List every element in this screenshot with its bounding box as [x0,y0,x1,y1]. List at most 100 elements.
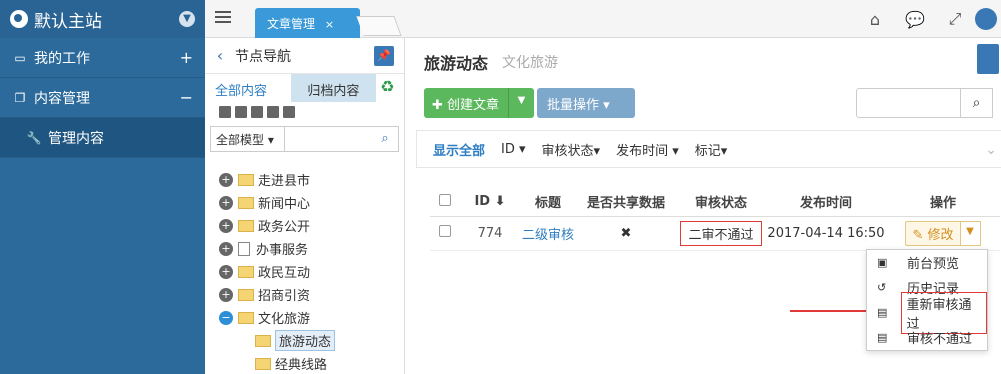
home-icon[interactable] [283,106,295,118]
col-title: 标题 [520,188,576,217]
tree-node[interactable]: 经典线路 [205,352,405,374]
sidebar-item-label: 我的工作 [34,50,90,67]
chevron-left-icon[interactable]: ‹ [205,46,235,65]
chevron-down-icon[interactable]: ▼ [179,11,195,27]
col-status: 审核状态 [676,188,766,217]
globe-icon [10,10,28,28]
action-dropdown-menu: ▣ 前台预览 ↺ 历史记录 ▤ 重新审核通过 ▤ 审核不通过 [866,249,988,351]
expand-icon[interactable]: + [219,218,233,233]
filter-id[interactable]: ID ▾ [493,142,534,157]
folder-icon [238,288,254,301]
edit-button[interactable]: ✎ 修改 [905,220,961,246]
tree-node[interactable]: + 政民互动 [205,260,405,283]
row-publish-time: 2017-04-14 16:50 [766,216,886,251]
list-icon[interactable] [235,106,247,118]
expand-icon[interactable]: + [219,264,233,279]
tab-label: 文章管理 [267,17,316,31]
select-all-checkbox[interactable] [439,193,451,206]
site-switcher[interactable]: 默认主站 ▼ [0,0,205,38]
recycle-icon[interactable]: ♻ [376,74,404,102]
expand-icon[interactable]: + [219,172,233,187]
expand-icon[interactable]: + [219,195,233,210]
article-table: ID ⬇ 标题 是否共享数据 审核状态 发布时间 操作 774 二级审核 ✖ 二… [430,188,1000,251]
tree-node-label: 政民互动 [258,266,311,281]
row-checkbox[interactable] [439,225,451,237]
expand-icon: + [179,48,193,67]
tree-node-selected[interactable]: 旅游动态 [205,329,405,352]
tree-node[interactable]: − 文化旅游 [205,306,405,329]
create-article-button[interactable]: ✚ 创建文章 ▼ [424,88,534,118]
document-icon[interactable] [977,44,999,74]
folder-icon [255,357,271,370]
menu-item-re-approve[interactable]: ▤ 重新审核通过 [867,291,987,334]
col-publish-time: 发布时间 [766,188,886,217]
history-icon: ↺ [877,281,887,294]
tab-article-management[interactable]: 文章管理 × [255,8,360,38]
page-title: 旅游动态 [424,54,489,73]
close-icon: ✖ [576,216,676,251]
folder-icon [238,173,254,186]
chevron-down-icon[interactable]: ⌄ [985,142,997,158]
avatar[interactable] [975,8,997,30]
search-icon[interactable]: ⌕ [961,88,993,118]
expand-icon[interactable]: + [219,241,233,256]
tree-node-label: 旅游动态 [275,330,336,351]
tree-icon[interactable] [251,106,263,118]
folder-icon [255,334,271,347]
caret-down-icon[interactable]: ▼ [960,220,981,246]
preview-icon: ▣ [877,256,888,269]
tree-node-label: 经典线路 [275,358,328,373]
sidebar-item-content-management[interactable]: ❐ 内容管理 − [0,78,205,118]
sidebar-item-label: 内容管理 [34,90,90,107]
nav-title: 节点导航 [235,48,291,65]
fullscreen-icon[interactable]: ⤢ [935,9,975,29]
create-article-label[interactable]: ✚ 创建文章 [424,88,508,118]
folder-icon [238,196,254,209]
node-search-input[interactable] [285,127,372,151]
folder-icon [238,265,254,278]
menu-item-reject[interactable]: ▤ 审核不通过 [867,325,987,350]
tree-node[interactable]: + 走进县市 [205,168,405,191]
home-icon[interactable]: ⌂ [855,10,895,29]
tree-node[interactable]: + 新闻中心 [205,191,405,214]
comments-icon[interactable]: 💬 [895,10,935,29]
site-name: 默认主站 [34,11,102,32]
filter-review-status[interactable]: 审核状态▾ [534,140,609,159]
tree-node[interactable]: + 招商引资 [205,283,405,306]
filter-show-all[interactable]: 显示全部 [417,140,493,159]
row-title-link[interactable]: 二级审核 [522,228,574,243]
caret-down-icon[interactable]: ▼ [508,88,534,118]
reject-icon: ▤ [877,331,888,344]
pin-icon[interactable]: 📌 [374,45,394,66]
tab-archived-content[interactable]: 归档内容 [290,74,377,102]
sidebar-item-my-work[interactable]: ▭ 我的工作 + [0,38,205,78]
expand-icon[interactable]: + [219,287,233,302]
collapse-icon[interactable]: − [219,310,233,325]
menu-toggle-icon[interactable] [215,11,231,25]
sidebar-item-label: 管理内容 [48,130,104,147]
approve-icon: ▤ [877,306,888,319]
tree-node[interactable]: + 办事服务 [205,237,405,260]
tree-node-label: 新闻中心 [258,197,311,212]
sidebar-item-manage-content[interactable]: 🔧 管理内容 [0,118,205,158]
tree-node-label: 文化旅游 [258,312,311,327]
copy-icon[interactable] [219,106,231,118]
tree-node[interactable]: + 政务公开 [205,214,405,237]
batch-operation-button[interactable]: 批量操作 ▾ [537,88,635,118]
globe-icon[interactable] [267,106,279,118]
filter-publish-time[interactable]: 发布时间 ▾ [608,140,687,159]
search-input[interactable] [856,88,961,118]
search-icon[interactable]: ⌕ [372,127,398,151]
model-select[interactable]: 全部模型 ▾ [211,127,285,151]
col-actions: 操作 [886,188,1000,217]
node-navigation-panel: ‹ 节点导航 📌 全部内容 归档内容 ♻ 全部模型 ▾ ⌕ + 走进县市 + 新闻中… [205,38,405,374]
collapse-icon: − [179,88,193,107]
topbar: 文章管理 × ⌂ 💬 ⤢ [205,0,1001,38]
tab-all-content[interactable]: 全部内容 [205,74,291,102]
col-id[interactable]: ID ⬇ [460,188,520,217]
filter-tag[interactable]: 标记▾ [687,140,736,159]
close-icon[interactable]: × [325,18,334,31]
col-shared: 是否共享数据 [576,188,676,217]
tree-node-label: 政务公开 [258,220,311,235]
menu-item-preview[interactable]: ▣ 前台预览 [867,250,987,275]
